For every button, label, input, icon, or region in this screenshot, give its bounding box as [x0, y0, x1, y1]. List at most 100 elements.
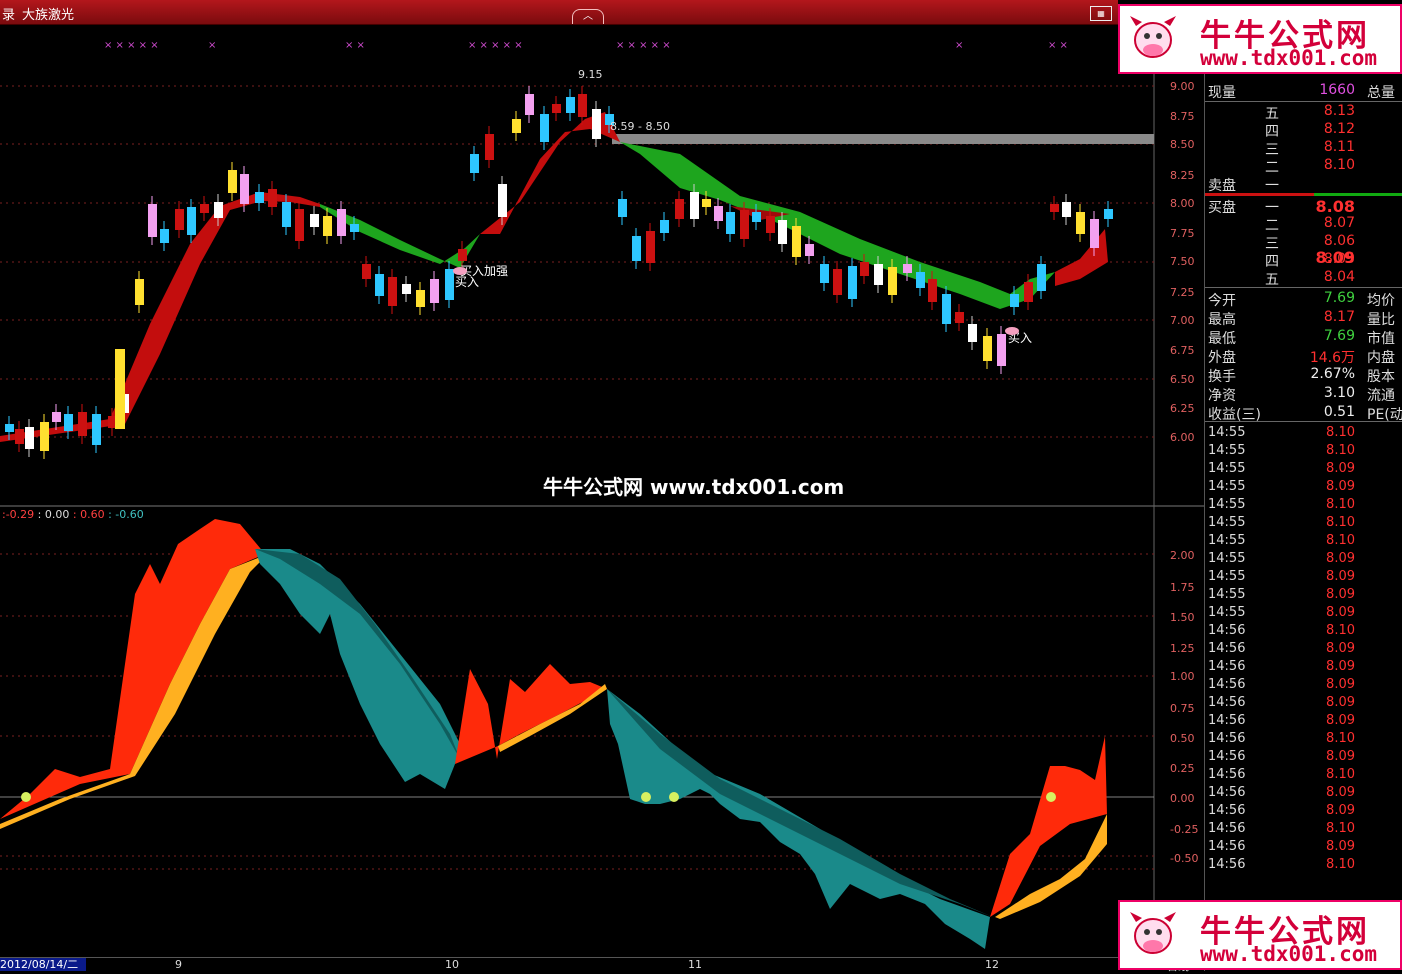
- ind-value-1: :-0.29: [2, 508, 35, 521]
- svg-text:× × × × ×: × × × × ×: [616, 40, 671, 51]
- bid-row[interactable]: 二 8.07: [1205, 215, 1402, 234]
- candle: [1037, 264, 1046, 291]
- ind-tick: 0.75: [1170, 702, 1195, 715]
- logo-url: www.tdx001.com: [1200, 942, 1378, 966]
- candle: [690, 192, 699, 219]
- stat-value: 7.69: [1323, 328, 1355, 344]
- candle: [485, 134, 494, 160]
- candle: [833, 269, 842, 295]
- bid-price: 8.05: [1323, 251, 1355, 267]
- candle: [40, 422, 49, 451]
- candle: [92, 414, 101, 445]
- indicator-teal-1: [255, 549, 460, 789]
- tick-time: 14:56: [1208, 677, 1246, 692]
- candle: [578, 94, 587, 117]
- ask-level: 四: [1265, 124, 1279, 140]
- tick-time: 14:56: [1208, 803, 1246, 818]
- bid-level: 五: [1265, 272, 1279, 288]
- tick-row: 14:56 8.10: [1205, 731, 1402, 749]
- y-tick: 7.25: [1170, 286, 1195, 299]
- tick-time: 14:56: [1208, 731, 1246, 746]
- bid-level: 一: [1265, 200, 1279, 216]
- tick-row: 14:56 8.10: [1205, 767, 1402, 785]
- candle: [916, 272, 925, 288]
- buy-marker-2: [1005, 327, 1019, 335]
- tick-row: 14:56 8.10: [1205, 821, 1402, 839]
- candle: [942, 294, 951, 324]
- ask-row[interactable]: 四 8.12: [1205, 121, 1402, 140]
- bid-row[interactable]: 五 8.04: [1205, 269, 1402, 288]
- ask-row[interactable]: 三 8.11: [1205, 139, 1402, 158]
- candle: [714, 206, 723, 221]
- tick-row: 14:56 8.09: [1205, 677, 1402, 695]
- ask-row[interactable]: 二 8.10: [1205, 157, 1402, 176]
- stock-name[interactable]: 大族激光: [22, 4, 74, 23]
- ind-value-2: : 0.00: [37, 508, 70, 521]
- indicator-values: :-0.29 : 0.00 : 0.60 : -0.60: [2, 508, 144, 521]
- title-bar: 录 大族激光: [0, 0, 1118, 25]
- svg-text:× × × × ×: × × × × ×: [104, 40, 159, 51]
- tick-time: 14:56: [1208, 713, 1246, 728]
- y-tick: 7.00: [1170, 314, 1195, 327]
- month-label: 11: [688, 958, 702, 971]
- candle: [402, 284, 411, 294]
- tick-row: 14:56 8.09: [1205, 803, 1402, 821]
- tick-row: 14:55 8.10: [1205, 425, 1402, 443]
- tick-price: 8.09: [1326, 479, 1355, 494]
- ind-value-4: : -0.60: [108, 508, 144, 521]
- tick-price: 8.10: [1326, 533, 1355, 548]
- svg-text:× × × × ×: × × × × ×: [468, 40, 523, 51]
- tick-time: 14:55: [1208, 533, 1246, 548]
- stat-label: 外盘: [1208, 350, 1236, 366]
- tick-price: 8.10: [1326, 857, 1355, 872]
- volume-label: 现量: [1208, 85, 1236, 101]
- logo-url: www.tdx001.com: [1200, 46, 1378, 70]
- svg-text:×: ×: [955, 40, 963, 51]
- watermark-text: 牛牛公式网 www.tdx001.com: [543, 475, 845, 499]
- tick-price: 8.10: [1326, 623, 1355, 638]
- bid-price: 8.06: [1323, 233, 1355, 249]
- candle: [552, 104, 561, 113]
- tick-row: 14:56 8.09: [1205, 659, 1402, 677]
- candle: [860, 262, 869, 276]
- signal-marks: × × × × × × × × × × × × × × × × × × × × …: [104, 40, 1068, 51]
- tick-time: 14:56: [1208, 785, 1246, 800]
- tick-row: 14:55 8.09: [1205, 551, 1402, 569]
- volume-row: 现量 1660 总量: [1205, 82, 1402, 101]
- tick-time: 14:56: [1208, 623, 1246, 638]
- ask-price: 8.12: [1323, 121, 1355, 137]
- candle: [135, 279, 144, 305]
- bid-row[interactable]: 四 8.05: [1205, 251, 1402, 270]
- tick-time: 14:55: [1208, 461, 1246, 476]
- stat-row: 最低 7.69 市值: [1205, 328, 1402, 347]
- keyboard-icon[interactable]: ▦: [1090, 6, 1112, 21]
- tick-row: 14:56 8.09: [1205, 713, 1402, 731]
- candle: [282, 202, 291, 227]
- stat-value: 3.10: [1323, 385, 1355, 401]
- bid-price: 8.04: [1323, 269, 1355, 285]
- candle: [148, 204, 157, 237]
- ind-tick: 2.00: [1170, 549, 1195, 562]
- stat-value: 14.6万: [1309, 350, 1355, 366]
- bid-row[interactable]: 一 8.08: [1205, 197, 1402, 216]
- stat-row: 今开 7.69 均价: [1205, 290, 1402, 309]
- y-tick: 9.00: [1170, 80, 1195, 93]
- y-tick: 6.75: [1170, 344, 1195, 357]
- ask-row[interactable]: 五 8.13: [1205, 103, 1402, 122]
- tick-time: 14:56: [1208, 767, 1246, 782]
- candle: [646, 231, 655, 263]
- tick-price: 8.09: [1326, 749, 1355, 764]
- tick-price: 8.10: [1326, 443, 1355, 458]
- stat-right-label: 量比: [1367, 312, 1395, 328]
- tick-price: 8.09: [1326, 695, 1355, 710]
- stat-value: 8.17: [1323, 309, 1355, 325]
- chevron-up-icon[interactable]: ︿: [572, 9, 604, 24]
- stat-row: 外盘 14.6万 内盘: [1205, 347, 1402, 366]
- candle: [792, 226, 801, 257]
- candle: [295, 209, 304, 241]
- month-label: 9: [175, 958, 182, 971]
- candle: [228, 170, 237, 193]
- buy-label-1: 买入: [455, 275, 479, 289]
- cow-icon: [1130, 16, 1176, 58]
- bid-row[interactable]: 三 8.06: [1205, 233, 1402, 252]
